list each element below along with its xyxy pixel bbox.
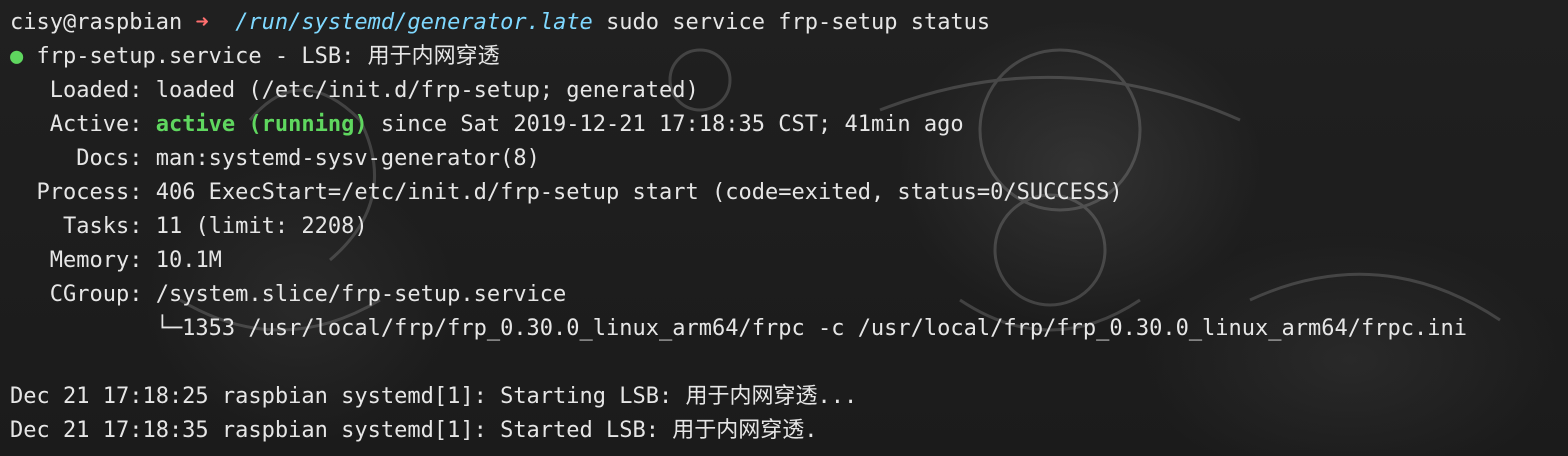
docs-key: Docs: [10, 146, 143, 171]
docs-line: Docs: man:systemd-sysv-generator(8) [10, 142, 1568, 176]
cgroup-value: /system.slice/frp-setup.service [155, 282, 567, 307]
process-key: Process: [10, 180, 143, 205]
log-line: Dec 21 17:18:25 raspbian systemd[1]: Sta… [10, 384, 858, 409]
prompt-user-host: cisy@raspbian [10, 10, 183, 35]
loaded-value: loaded (/etc/init.d/frp-setup; generated… [155, 78, 699, 103]
status-dot-icon: ● [10, 44, 24, 69]
tasks-key: Tasks: [10, 214, 143, 239]
tasks-value: 11 (limit: 2208) [155, 214, 368, 239]
prompt-line: cisy@raspbian ➜ /run/systemd/generator.l… [10, 6, 1568, 40]
unit-title-line: ● frp-setup.service - LSB: 用于内网穿透 [10, 40, 1568, 74]
cgroup-key: CGroup: [10, 282, 143, 307]
docs-value: man:systemd-sysv-generator(8) [155, 146, 540, 171]
cgroup-child-line: └─1353 /usr/local/frp/frp_0.30.0_linux_a… [10, 316, 1467, 341]
memory-line: Memory: 10.1M [10, 244, 1568, 278]
tasks-line: Tasks: 11 (limit: 2208) [10, 210, 1568, 244]
loaded-key: Loaded: [10, 78, 143, 103]
process-value: 406 ExecStart=/etc/init.d/frp-setup star… [155, 180, 1123, 205]
unit-title: frp-setup.service - LSB: 用于内网穿透 [36, 44, 500, 69]
process-line: Process: 406 ExecStart=/etc/init.d/frp-s… [10, 176, 1568, 210]
memory-key: Memory: [10, 248, 143, 273]
command-text: sudo service frp-setup status [606, 10, 991, 35]
active-state: active (running) [155, 112, 368, 137]
terminal-window[interactable]: cisy@raspbian ➜ /run/systemd/generator.l… [0, 0, 1568, 456]
prompt-path: /run/systemd/generator.late [235, 10, 593, 35]
log-line: Dec 21 17:18:35 raspbian systemd[1]: Sta… [10, 418, 818, 443]
memory-value: 10.1M [155, 248, 222, 273]
terminal-output: cisy@raspbian ➜ /run/systemd/generator.l… [10, 6, 1568, 448]
loaded-line: Loaded: loaded (/etc/init.d/frp-setup; g… [10, 74, 1568, 108]
active-key: Active: [10, 112, 143, 137]
prompt-arrow-icon: ➜ [195, 10, 209, 35]
cgroup-line: CGroup: /system.slice/frp-setup.service [10, 278, 1568, 312]
active-since: since Sat 2019-12-21 17:18:35 CST; 41min… [380, 112, 964, 137]
active-line: Active: active (running) since Sat 2019-… [10, 108, 1568, 142]
